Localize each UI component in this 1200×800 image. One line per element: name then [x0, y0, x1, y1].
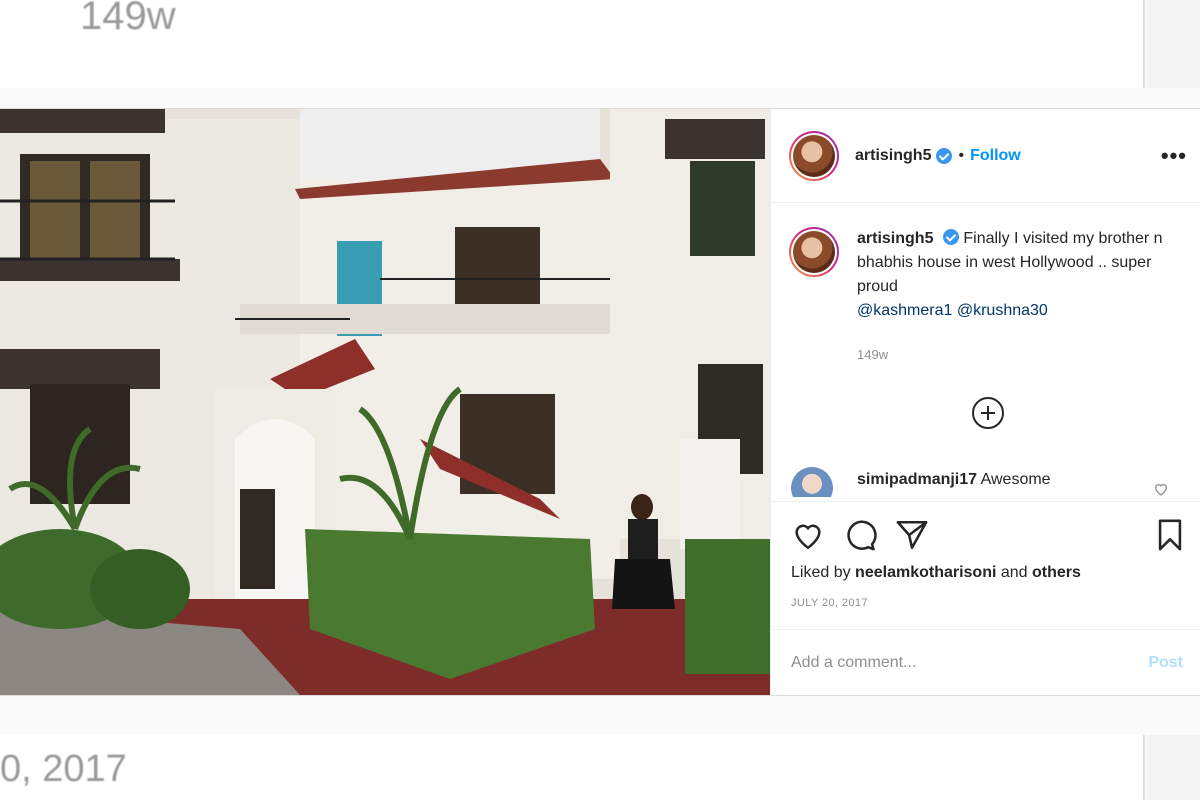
background-date: 0, 2017	[0, 748, 127, 790]
avatar[interactable]	[789, 130, 839, 181]
bookmark-icon[interactable]	[1153, 518, 1187, 552]
post-header: artisingh5 • Follow •••	[771, 109, 1200, 203]
post-card: artisingh5 • Follow ••• artisingh5 Final…	[0, 108, 1200, 696]
comment-avatar[interactable]	[791, 467, 833, 497]
post-side-panel: artisingh5 • Follow ••• artisingh5 Final…	[770, 109, 1200, 695]
caption-avatar[interactable]	[789, 227, 839, 277]
background-time: 149w	[80, 0, 176, 38]
verified-icon	[936, 147, 953, 164]
action-bar: Liked by neelamkotharisoni and others JU…	[771, 501, 1200, 629]
comment-text: Awesome	[980, 471, 1051, 488]
heart-icon[interactable]	[791, 518, 825, 552]
comment-like-heart-icon[interactable]	[1153, 481, 1169, 497]
post-date[interactable]: JULY 20, 2017	[791, 597, 868, 609]
caption-time[interactable]: 149w	[857, 347, 888, 362]
post-photo[interactable]	[0, 109, 770, 695]
header-separator: •	[958, 146, 965, 164]
add-circle-icon[interactable]	[972, 397, 1004, 429]
background-scrollbar-bottom	[1147, 735, 1200, 800]
header-username[interactable]: artisingh5	[855, 147, 931, 165]
comment-item: simipadmanji17 Awesome	[791, 467, 1191, 497]
liked-by-others[interactable]: others	[1032, 564, 1081, 581]
comment-icon[interactable]	[843, 518, 877, 552]
comment-username[interactable]: simipadmanji17	[857, 471, 977, 488]
more-options-icon[interactable]: •••	[1161, 143, 1187, 169]
liked-by-prefix: Liked by	[791, 564, 851, 581]
likes-summary: Liked by neelamkotharisoni and others	[791, 564, 1081, 582]
verified-icon	[942, 229, 959, 245]
caption: artisingh5 Finally I visited my brother …	[789, 227, 1189, 323]
add-comment-bar: Post	[771, 629, 1200, 695]
liked-by-and: and	[1000, 564, 1028, 581]
caption-body: artisingh5 Finally I visited my brother …	[857, 227, 1189, 323]
mention-link[interactable]: @krushna30	[957, 302, 1048, 319]
mention-link[interactable]: @kashmera1	[857, 302, 952, 319]
liked-by-user[interactable]: neelamkotharisoni	[855, 564, 996, 581]
post-comment-button[interactable]: Post	[1148, 654, 1183, 672]
background-scrollbar-top	[1147, 0, 1200, 88]
house-photo-illustration	[0, 109, 770, 695]
caption-username[interactable]: artisingh5	[857, 230, 933, 247]
add-comment-input[interactable]	[791, 653, 1149, 672]
background-bottom-panel	[0, 735, 1145, 800]
share-icon[interactable]	[895, 518, 929, 552]
follow-button[interactable]: Follow	[970, 147, 1021, 165]
